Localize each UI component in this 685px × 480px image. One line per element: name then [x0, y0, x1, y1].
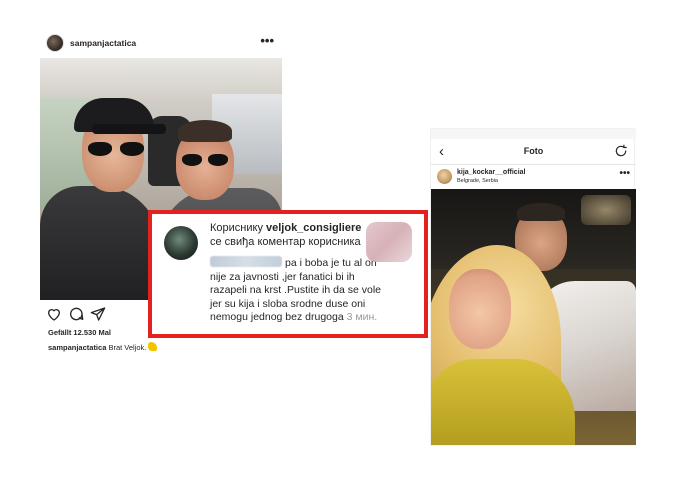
avatar[interactable] — [437, 169, 452, 184]
avatar[interactable] — [46, 34, 64, 52]
post-photo — [431, 189, 636, 445]
post-header: sampanjactatica ••• — [40, 30, 282, 58]
caption-username[interactable]: sampanjactatica — [48, 343, 106, 352]
sunglasses — [182, 154, 230, 166]
post-location[interactable]: Belgrade, Serbia — [457, 178, 498, 184]
person-figure — [449, 269, 511, 349]
comment-prefix: Кориснику — [210, 222, 266, 234]
nav-bar: ‹ Foto — [431, 139, 636, 165]
comment-username[interactable]: veljok_consigliere — [266, 222, 361, 234]
highlighted-comment-box: Кориснику veljok_consigliere се свиђа ко… — [148, 210, 428, 338]
post-username[interactable]: kija_kockar__official — [457, 169, 526, 176]
more-options-icon[interactable]: ••• — [619, 168, 630, 179]
share-icon[interactable] — [90, 306, 106, 322]
person-figure — [40, 186, 160, 300]
heart-icon[interactable] — [46, 306, 62, 322]
post-username[interactable]: sampanjactatica — [70, 38, 136, 48]
flexed-biceps-icon — [148, 342, 158, 351]
person-figure — [431, 359, 575, 445]
status-bar — [431, 129, 636, 139]
comment-subheader: се свиђа коментар корисника — [210, 236, 361, 248]
blurred-thumbnail[interactable] — [366, 222, 412, 262]
car-light — [581, 195, 631, 225]
blurred-username — [210, 256, 282, 267]
avatar[interactable] — [164, 226, 198, 260]
comment-timestamp: 3 мин. — [346, 311, 378, 323]
comment-header: Кориснику veljok_consigliere — [210, 222, 361, 234]
caption-text: Brat Veljok. — [106, 343, 147, 352]
post-caption: sampanjactatica Brat Veljok. — [48, 342, 158, 352]
more-options-icon[interactable]: ••• — [260, 33, 274, 48]
refresh-icon[interactable] — [614, 144, 628, 158]
person-figure — [517, 203, 565, 221]
sunglasses — [88, 142, 146, 156]
page-title: Foto — [523, 146, 544, 156]
cap — [92, 124, 166, 134]
comment-body: pa i boba je tu al on nije za javnosti ,… — [210, 256, 390, 325]
person-figure — [178, 120, 232, 142]
comment-icon[interactable] — [68, 306, 84, 322]
right-instagram-post: ‹ Foto kija_kockar__official Belgrade, S… — [430, 128, 636, 446]
likes-count[interactable]: Gefällt 12.530 Mal — [48, 328, 111, 337]
post-header: kija_kockar__official Belgrade, Serbia •… — [431, 165, 636, 189]
